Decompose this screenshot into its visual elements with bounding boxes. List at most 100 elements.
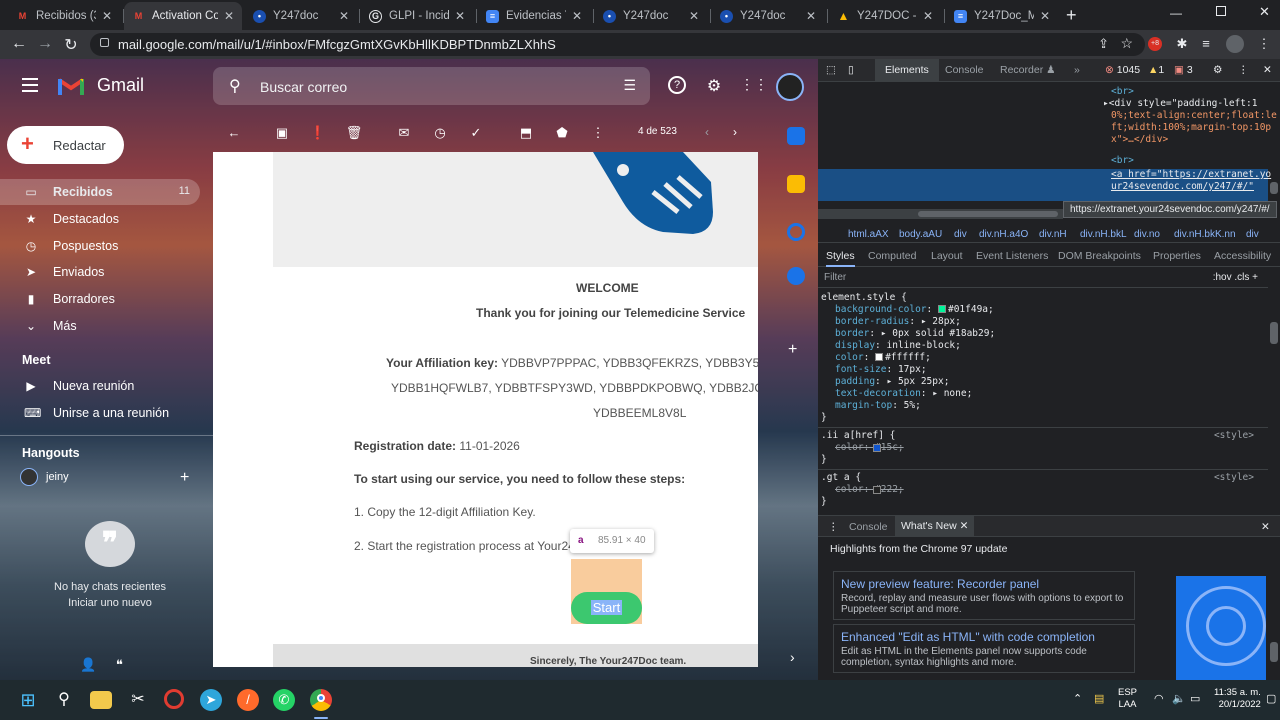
search-icon[interactable]: ⚲ <box>53 689 75 711</box>
tab-properties[interactable]: Properties <box>1153 250 1201 262</box>
add-task-icon[interactable]: ✓ <box>467 125 485 141</box>
inspect-element-icon[interactable]: ⬚ <box>826 64 836 76</box>
style-property[interactable]: padding: ▸ 5px 25px; <box>835 376 949 388</box>
breadcrumb-item[interactable]: body.aAU <box>899 229 942 240</box>
gmail-logo[interactable]: Gmail <box>57 75 144 96</box>
app-orange-icon[interactable]: / <box>237 689 259 711</box>
close-icon[interactable]: ✕ <box>960 520 969 532</box>
dom-line[interactable]: ft;width:100%;margin-top:10p <box>1111 122 1271 134</box>
browser-tab[interactable]: ≡ Y247Doc_Men ✕ <box>946 2 1058 30</box>
close-icon[interactable]: ✕ <box>1040 9 1050 23</box>
tasks-icon[interactable] <box>787 223 805 241</box>
search-options-icon[interactable]: ☰ <box>623 77 636 94</box>
move-to-icon[interactable]: ⬒ <box>517 125 535 141</box>
snooze-icon[interactable]: ◷ <box>431 125 449 141</box>
drawer-tab-whats-new[interactable]: What's New ✕ <box>895 516 975 537</box>
whats-new-card[interactable]: New preview feature: Recorder panel Reco… <box>833 571 1135 620</box>
devtools-menu-icon[interactable]: ⋮ <box>1238 64 1249 76</box>
notification-icon[interactable]: ▢ <box>1266 692 1276 705</box>
card-title[interactable]: Enhanced "Edit as HTML" with code comple… <box>841 630 1095 644</box>
next-message-icon[interactable]: › <box>733 125 737 139</box>
breadcrumb-item[interactable]: html.aAX <box>848 229 889 240</box>
tab-computed[interactable]: Computed <box>868 250 916 262</box>
tab-console[interactable]: Console <box>945 64 984 76</box>
dom-line[interactable]: <br> <box>1111 86 1134 98</box>
devtools-settings-gear-icon[interactable]: ⚙ <box>1213 64 1222 76</box>
dom-tree[interactable]: <br> ▸<div style="padding-left:1 0%;text… <box>818 82 1277 202</box>
devtools-close-icon[interactable]: ✕ <box>1263 64 1272 76</box>
browser-menu-icon[interactable]: ⋮ <box>1256 36 1272 52</box>
dom-line-selected[interactable]: ur24sevendoc.com/y247/#/" <box>1111 181 1254 193</box>
styles-filter-input[interactable]: Filter <box>824 272 846 283</box>
meet-join-meeting[interactable]: ⌨ Unirse a una reunión <box>0 400 200 426</box>
vertical-scrollbar[interactable] <box>1268 82 1280 680</box>
extension-badge-icon[interactable]: +8 <box>1148 37 1162 51</box>
media-control-icon[interactable]: ≡ <box>1198 36 1214 52</box>
label-icon[interactable]: ⬟ <box>553 125 571 141</box>
browser-tab-active[interactable]: M Activation Cod ✕ <box>124 2 242 30</box>
browser-tab[interactable]: • Y247doc ✕ <box>245 2 357 30</box>
windows-start-icon[interactable]: ⊞ <box>17 689 39 711</box>
tray-expand-icon[interactable]: ⌃ <box>1073 692 1082 705</box>
tab-layout[interactable]: Layout <box>931 250 963 262</box>
address-bar[interactable]: mail.google.com/mail/u/1/#inbox/FMfcgzGm… <box>90 33 1145 56</box>
compose-button[interactable]: + Redactar <box>7 126 124 164</box>
drawer-tab-console[interactable]: Console <box>849 521 888 533</box>
extensions-puzzle-icon[interactable]: ✱ <box>1174 36 1190 52</box>
back-arrow-icon[interactable]: ← <box>225 125 243 140</box>
browser-tab[interactable]: • Y247doc ✕ <box>595 2 707 30</box>
search-icon[interactable]: ⚲ <box>229 76 241 96</box>
style-property[interactable]: font-size: 17px; <box>835 364 927 376</box>
breadcrumb-item[interactable]: div.nH.bkL <box>1080 229 1127 240</box>
add-addon-icon[interactable]: + <box>788 341 797 359</box>
style-property-overridden[interactable]: color: #222; <box>835 484 904 496</box>
person-icon[interactable]: 👤 <box>80 657 96 672</box>
language-indicator[interactable]: ESP LAA <box>1118 687 1137 711</box>
share-icon[interactable]: ⇪ <box>1098 36 1109 52</box>
tab-recorder[interactable]: Recorder ♟ <box>1000 64 1056 76</box>
style-property[interactable]: color: #ffffff; <box>835 352 931 364</box>
back-icon[interactable]: ← <box>10 35 28 53</box>
search-input[interactable]: Buscar correo <box>260 79 347 95</box>
breadcrumb-item[interactable]: div.nH <box>1039 229 1067 240</box>
keep-icon[interactable] <box>787 175 805 193</box>
close-icon[interactable]: ✕ <box>806 9 816 23</box>
whats-new-card[interactable]: Enhanced "Edit as HTML" with code comple… <box>833 624 1135 673</box>
whatsapp-icon[interactable]: ✆ <box>273 689 295 711</box>
tab-styles[interactable]: Styles <box>826 250 855 267</box>
dom-line[interactable]: ▸<div style="padding-left:1 <box>1103 98 1257 110</box>
volume-icon[interactable]: 🔈 <box>1172 692 1186 705</box>
breadcrumb-item[interactable]: div <box>954 229 967 240</box>
close-window-icon[interactable]: ✕ <box>1259 4 1270 20</box>
sidebar-item-more[interactable]: ⌄ Más <box>0 313 200 339</box>
opera-icon[interactable] <box>164 689 184 709</box>
new-tab-icon[interactable]: + <box>1066 5 1077 26</box>
chrome-icon[interactable] <box>310 689 332 711</box>
style-property[interactable]: border: ▸ 0px solid #18ab29; <box>835 328 995 340</box>
close-icon[interactable]: ✕ <box>224 9 234 23</box>
contacts-icon[interactable] <box>787 267 805 285</box>
warning-count[interactable]: ▲1 <box>1148 64 1164 76</box>
dom-line-selected[interactable]: <a href="https://extranet.yo <box>1111 169 1271 181</box>
sidebar-item-starred[interactable]: ★ Destacados <box>0 206 200 232</box>
style-property[interactable]: border-radius: ▸ 28px; <box>835 316 961 328</box>
dom-line[interactable]: x">…</div> <box>1111 134 1168 146</box>
main-menu-icon[interactable] <box>22 78 38 92</box>
horizontal-scrollbar[interactable] <box>818 209 1063 219</box>
wifi-icon[interactable]: ◠ <box>1154 692 1164 705</box>
start-new-chat-link[interactable]: Iniciar uno nuevo <box>50 597 170 609</box>
delete-icon[interactable]: 🗑 <box>345 125 363 141</box>
tray-app-icon[interactable]: ▤ <box>1094 692 1104 705</box>
breadcrumb-item[interactable]: div.nH.bkK.nn <box>1174 229 1236 240</box>
meet-new-meeting[interactable]: ▶ Nueva reunión <box>0 373 200 399</box>
style-property[interactable]: margin-top: 5%; <box>835 400 921 412</box>
battery-icon[interactable]: ▭ <box>1190 692 1200 705</box>
more-vert-icon[interactable]: ⋮ <box>589 125 607 141</box>
close-icon[interactable]: ✕ <box>923 9 933 23</box>
prev-message-icon[interactable]: ‹ <box>705 125 709 139</box>
tab-event-listeners[interactable]: Event Listeners <box>976 250 1048 262</box>
browser-tab[interactable]: M Recibidos (3) ✕ <box>8 2 120 30</box>
file-explorer-icon[interactable] <box>90 691 112 709</box>
reload-icon[interactable]: ↻ <box>62 35 80 55</box>
archive-icon[interactable]: ▣ <box>273 125 291 141</box>
